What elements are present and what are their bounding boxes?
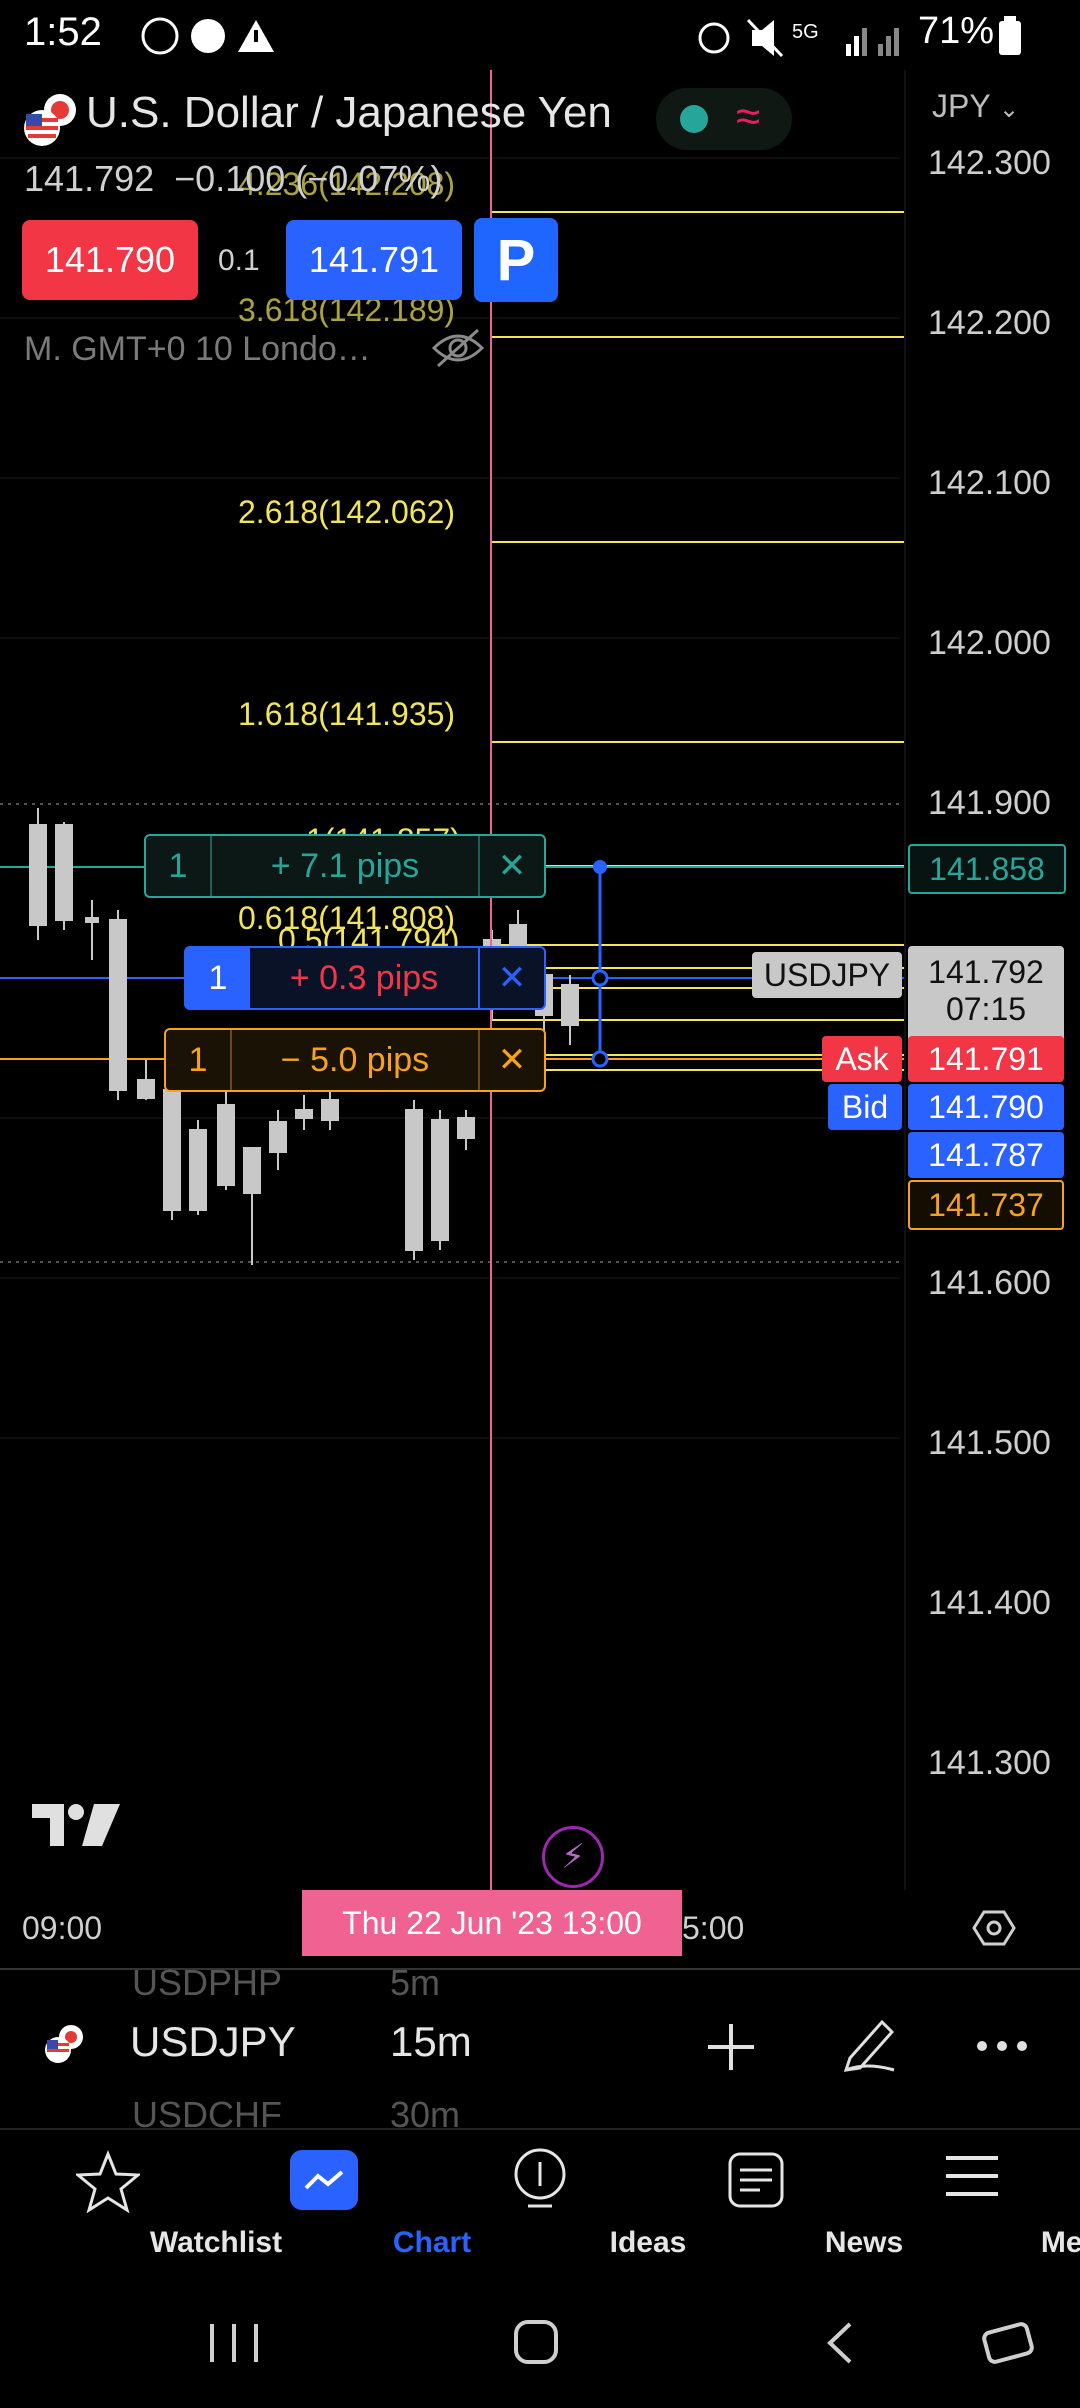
position-order[interactable]: 1 + 0.3 pips ✕ [184,946,546,1010]
change-value: −0.100 (−0.07%) [174,158,443,199]
battery-icon [999,16,1021,55]
system-status-icons: 5G [698,18,899,58]
price-level: 142.100 [928,464,1051,502]
time-tick: 5:00 [682,1910,745,1946]
status-time: 1:52 [24,10,102,54]
price-level: 141.900 [928,784,1051,822]
chevron-down-icon: ⌄ [999,96,1020,123]
battery-percent: 71% [918,10,995,52]
price-level: 141.600 [928,1264,1051,1302]
currency-select[interactable]: JPY ⌄ [932,88,1019,125]
interval-select[interactable]: 15m [390,2018,472,2066]
tradingview-logo[interactable] [30,1802,122,1848]
page-title[interactable]: U.S. Dollar / Japanese Yen [86,88,612,138]
back-icon[interactable] [820,2320,860,2366]
nav-watchlist[interactable]: Watchlist [0,2130,282,2280]
plus-icon[interactable] [704,2020,758,2074]
flag-icon [45,2025,83,2063]
eye-off-icon[interactable] [430,326,486,370]
stop-loss-price-tag: 141.737 [908,1180,1064,1230]
crosshair-time-label: Thu 22 Jun '23 13:00 [302,1890,682,1956]
rotate-icon[interactable] [978,2318,1038,2370]
price-level: 142.200 [928,304,1051,342]
last-price: 141.792 [24,158,155,199]
nav-label: Menu [1040,2226,1080,2259]
flag-icon [24,94,76,146]
ask-label: Ask [822,1036,902,1082]
notification-icons [141,17,274,55]
price-change: 141.792 −0.100 (−0.07%) [24,158,442,200]
last-price-tag: 141.792 07:15 [908,946,1064,1042]
settings-icon[interactable] [972,1906,1016,1950]
prev-symbol[interactable]: USDPHP [132,1962,282,2004]
hamburger-icon [946,2156,998,2196]
take-profit-qty[interactable]: 1 [146,847,210,886]
session-info[interactable]: M. GMT+0 10 Londo… [24,330,371,369]
time-tick: 09:00 [22,1910,103,1946]
bid-label: Bid [828,1084,902,1130]
market-status-badge[interactable]: ≈ [656,88,792,150]
system-navigation [0,2278,1080,2408]
price-level: 141.500 [928,1424,1051,1462]
symbol-tag: USDJPY [752,952,902,998]
stop-loss-pips[interactable]: − 5.0 pips [230,1030,480,1090]
ask-price-tag: 141.791 [908,1036,1064,1082]
broker-logo-icon[interactable]: P [474,218,558,302]
bid-price-tag: 141.790 [908,1084,1064,1130]
pencil-icon[interactable] [836,2012,900,2076]
more-icon[interactable] [974,2036,1030,2056]
status-bar: 1:52 5G 71% [0,0,1080,70]
position-pips[interactable]: + 0.3 pips [250,948,480,1008]
news-icon [728,2152,784,2208]
buy-button[interactable]: 141.791 [286,220,462,300]
fib-label: 2.618(142.062) [238,494,456,530]
chart-icon [290,2150,358,2210]
take-profit-order[interactable]: 1 + 7.1 pips ✕ [144,834,546,898]
position-qty[interactable]: 1 [186,948,250,1008]
close-icon[interactable]: ✕ [480,1040,544,1080]
price-level: 141.400 [928,1584,1051,1622]
spread-value: 0.1 [218,244,260,277]
close-icon[interactable]: ✕ [480,846,544,886]
stop-loss-order[interactable]: 1 − 5.0 pips ✕ [164,1028,546,1092]
price-level: 141.300 [928,1744,1051,1782]
sell-button[interactable]: 141.790 [22,220,198,300]
price-level: 142.300 [928,144,1051,182]
nav-ideas[interactable]: Ideas [432,2130,686,2280]
symbol-name[interactable]: USDJPY [130,2018,296,2066]
wave-icon: ≈ [736,92,761,141]
network-badge: 5G [792,21,819,43]
lightning-icon[interactable]: ⚡ [542,1826,604,1888]
bottom-nav: Watchlist Chart Ideas News Menu [0,2128,1080,2280]
home-icon[interactable] [512,2318,560,2366]
nav-menu[interactable]: Menu [864,2130,1080,2280]
take-profit-pips[interactable]: + 7.1 pips [210,836,480,896]
last-price: 141.792 [928,954,1044,990]
fib-label: 1.618(141.935) [238,696,456,732]
star-icon [76,2150,140,2214]
nav-chart[interactable]: Chart [216,2130,471,2280]
take-profit-price-tag: 141.858 [908,844,1066,894]
lightbulb-icon [514,2148,566,2208]
price-level: 142.000 [928,624,1051,662]
recent-apps-icon[interactable] [206,2320,262,2366]
prev-interval[interactable]: 5m [390,1962,440,2004]
stop-loss-qty[interactable]: 1 [166,1041,230,1080]
bar-countdown: 07:15 [945,991,1027,1027]
symbol-picker-bar[interactable]: USDPHP 5m USDJPY 15m USDCHF 30m [0,1962,1080,2135]
close-icon[interactable]: ✕ [480,958,544,998]
nav-news[interactable]: News [648,2130,903,2280]
price-tag: 141.787 [908,1132,1064,1178]
market-open-icon [680,105,708,133]
